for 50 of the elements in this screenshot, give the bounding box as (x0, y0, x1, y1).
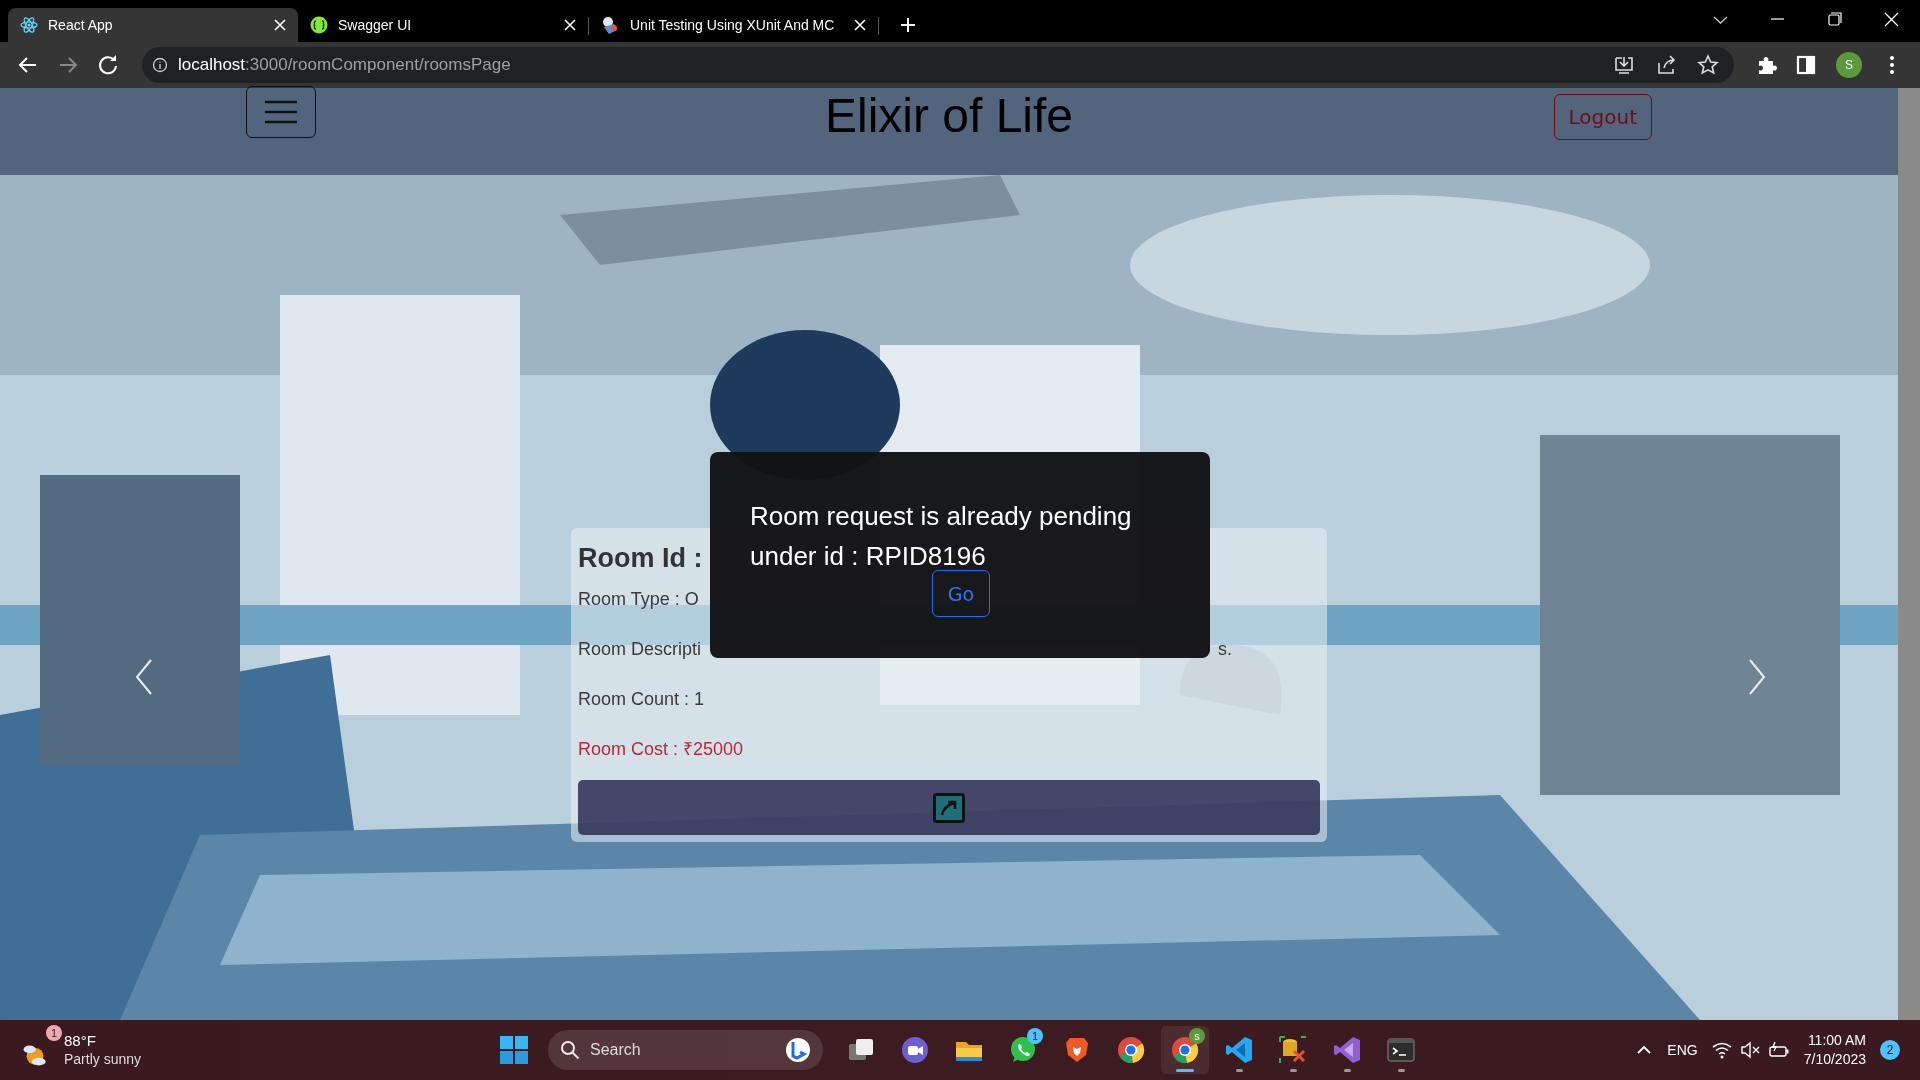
menu-icon (263, 99, 299, 125)
clock[interactable]: 11:00 AM 7/10/2023 (1803, 1031, 1866, 1069)
browser-tab[interactable]: React App (8, 8, 298, 42)
swagger-logo-icon (310, 16, 328, 34)
database-tools-icon (1278, 1035, 1308, 1065)
search-icon (560, 1040, 580, 1060)
room-description: s. (1218, 638, 1232, 660)
url-text: localhost:3000/roomComponent/roomsPage (178, 55, 511, 75)
react-logo-icon (20, 16, 38, 34)
search-field[interactable]: Search (548, 1030, 823, 1070)
chrome-icon (1170, 1035, 1200, 1065)
room-cost: Room Cost : ₹25000 (578, 738, 744, 760)
room-description: Room Descripti (578, 638, 702, 660)
previous-slide-icon[interactable] (133, 657, 155, 697)
notification-badge: 1 (46, 1025, 62, 1041)
weather-condition: Partly sunny (64, 1050, 142, 1068)
windows-logo-icon (499, 1035, 529, 1065)
mascot-icon (600, 15, 620, 35)
next-slide-icon[interactable] (1746, 657, 1768, 697)
code-editor-icon (1224, 1035, 1254, 1065)
temperature: 88°F (64, 1032, 97, 1050)
alert-message: Room request is already pending under id : RPID8196 (750, 500, 1133, 573)
go-button[interactable]: Go (932, 570, 990, 617)
room-count: Room Count : 1 (578, 688, 705, 710)
room-id: Room Id : (578, 542, 703, 574)
close-icon[interactable] (274, 19, 286, 31)
taskbar-app[interactable]: 1 (999, 1026, 1047, 1074)
arrow-up-right-icon (933, 792, 965, 823)
address-bar[interactable]: localhost:3000/roomComponent/roomsPage (142, 47, 1734, 83)
video-chat-icon (900, 1035, 930, 1065)
room-type: Room Type : O (578, 588, 699, 610)
close-icon[interactable] (854, 19, 866, 31)
language-indicator[interactable]: ENG (1667, 1042, 1698, 1058)
wifi-icon[interactable] (1711, 1041, 1732, 1059)
scrollbar[interactable] (1898, 88, 1920, 1020)
menu-button[interactable] (246, 86, 316, 138)
app-badge: 1 (1027, 1028, 1043, 1044)
browser-tab[interactable]: Unit Testing Using XUnit And MC (588, 8, 878, 42)
battery-icon[interactable] (1767, 1041, 1790, 1059)
browser-tab[interactable]: Swagger UI (298, 8, 588, 42)
info-icon (152, 57, 168, 73)
terminal-icon (1386, 1035, 1416, 1065)
chrome-icon (1116, 1035, 1146, 1065)
close-icon[interactable] (564, 19, 576, 31)
app-title: Elixir of Life (824, 89, 1074, 142)
bing-icon[interactable] (785, 1037, 811, 1063)
ide-icon (1332, 1035, 1362, 1065)
notification-badge[interactable]: 2 (1880, 1040, 1900, 1060)
app-badge: s (1189, 1028, 1205, 1044)
muted-speaker-icon[interactable] (1739, 1041, 1760, 1059)
